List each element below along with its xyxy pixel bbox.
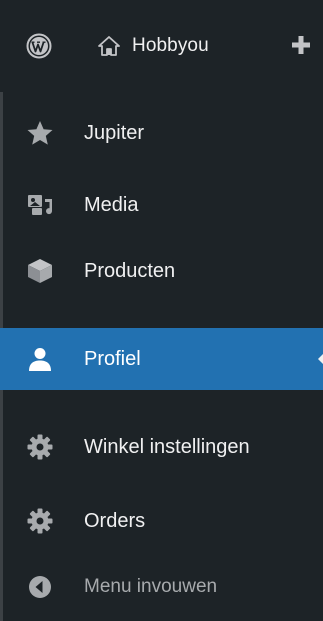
current-indicator-arrow	[318, 350, 323, 368]
menu-item-label: Media	[84, 193, 139, 216]
menu-item-media[interactable]: Media	[0, 174, 323, 236]
media-icon	[26, 191, 54, 219]
site-name-label: Hobbyou	[132, 35, 209, 56]
collapse-arrow-icon	[26, 573, 54, 601]
site-name-link[interactable]: Hobbyou	[98, 30, 209, 62]
product-box-icon	[26, 257, 54, 285]
menu-item-label: Winkel instellingen	[84, 435, 250, 458]
wordpress-logo-icon[interactable]	[26, 33, 52, 59]
menu-item-label: Jupiter	[84, 121, 145, 144]
gear-icon	[26, 433, 54, 461]
menu-item-label: Producten	[84, 259, 176, 282]
home-icon	[98, 36, 120, 56]
menu-item-label: Orders	[84, 509, 146, 532]
user-icon	[26, 345, 54, 373]
menu-item-orders[interactable]: Orders	[0, 490, 323, 552]
menu-item-producten[interactable]: Producten	[0, 240, 323, 302]
star-icon	[26, 119, 54, 147]
menu-item-winkel-instellingen[interactable]: Winkel instellingen	[0, 416, 323, 478]
collapse-menu-button[interactable]: Menu invouwen	[0, 556, 323, 618]
menu-item-label: Menu invouwen	[84, 576, 218, 597]
admin-bar: Hobbyou	[0, 0, 323, 92]
admin-sidebar-screen: Hobbyou Jupiter Media Producten Profiel …	[0, 0, 323, 621]
menu-item-label: Profiel	[84, 347, 141, 370]
menu-item-jupiter[interactable]: Jupiter	[0, 102, 323, 164]
plus-icon[interactable]	[290, 34, 312, 56]
gear-icon	[26, 507, 54, 535]
menu-item-profiel[interactable]: Profiel	[0, 328, 323, 390]
